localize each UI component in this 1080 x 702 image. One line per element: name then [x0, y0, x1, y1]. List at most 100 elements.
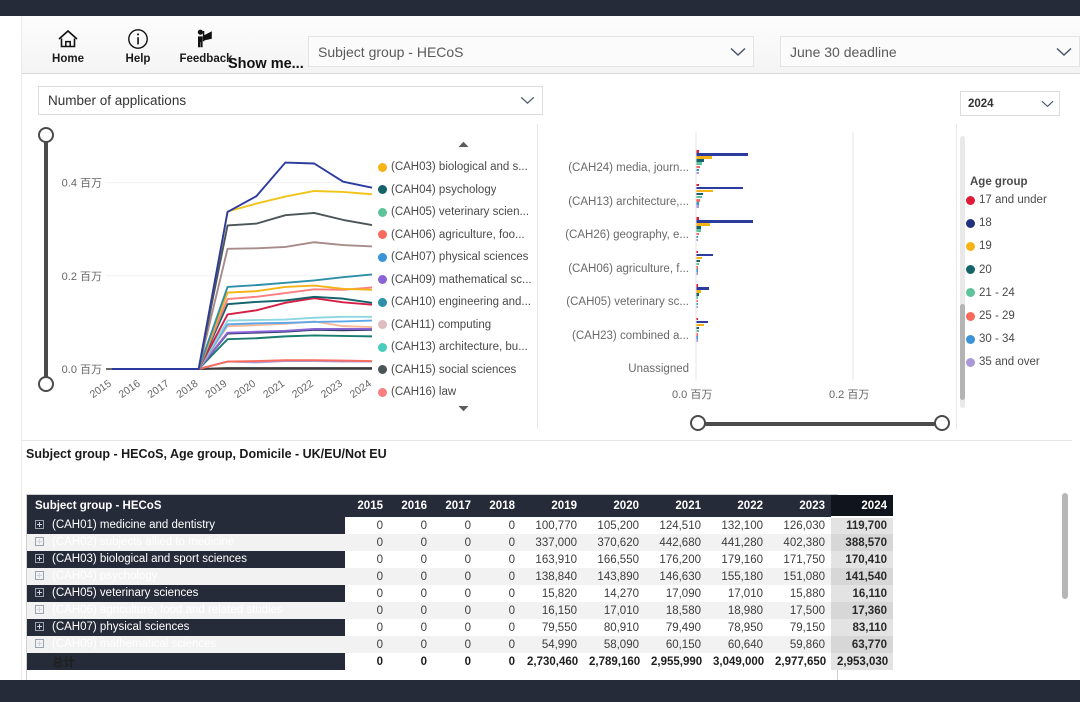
- table-row[interactable]: (CAH04) psychology 0 0 0 0 138,840 143,890 146,…: [27, 568, 893, 585]
- expand-icon[interactable]: [35, 536, 44, 546]
- legend-item[interactable]: (CAH05) veterinary scien...: [378, 201, 536, 224]
- age-legend-item[interactable]: 25 - 29: [966, 310, 1015, 322]
- table-column-header[interactable]: 2021: [645, 495, 707, 517]
- help-button[interactable]: Help: [106, 22, 170, 70]
- home-button[interactable]: Home: [36, 22, 100, 70]
- table-total-cell: 2,955,990: [645, 653, 707, 670]
- table-row-header[interactable]: (CAH07) physical sciences: [27, 619, 345, 636]
- table-column-header[interactable]: 2022: [707, 495, 769, 517]
- legend-scrollbar[interactable]: [960, 136, 965, 408]
- table-row[interactable]: (CAH02) subjects allied to medicine 0 0 0 0 3…: [27, 534, 893, 551]
- home-button-label: Home: [52, 53, 84, 65]
- legend-scroll-up-icon[interactable]: [456, 138, 470, 150]
- subject-group-select[interactable]: Subject group - HECoS: [308, 36, 754, 67]
- legend-item[interactable]: (CAH10) engineering and...: [378, 291, 536, 314]
- year-select[interactable]: 2024: [960, 91, 1060, 116]
- age-legend-item[interactable]: 21 - 24: [966, 287, 1015, 299]
- expand-icon[interactable]: [35, 621, 44, 631]
- legend-color-dot: [966, 218, 975, 228]
- x-axis-tick-label: 2018: [174, 378, 200, 401]
- table-row-header[interactable]: (CAH02) subjects allied to medicine: [27, 534, 345, 551]
- age-legend-item-label: 21 - 24: [979, 286, 1015, 299]
- table-cell: 58,090: [583, 636, 645, 653]
- legend-color-dot: [966, 288, 975, 298]
- table-row-header[interactable]: (CAH05) veterinary sciences: [27, 585, 345, 602]
- legend-item[interactable]: (CAH11) computing: [378, 314, 536, 337]
- table-cell: 0: [433, 534, 477, 551]
- measure-select[interactable]: Number of applications: [38, 86, 543, 115]
- slider-handle-min[interactable]: [38, 376, 54, 392]
- expand-icon[interactable]: [35, 638, 44, 648]
- table-cell: 15,820: [521, 585, 583, 602]
- table-row-header[interactable]: (CAH06) agriculture, food and related st…: [27, 602, 345, 619]
- table-column-header[interactable]: 2017: [433, 495, 477, 517]
- legend-item[interactable]: (CAH04) psychology: [378, 179, 536, 202]
- line-series[interactable]: [112, 334, 373, 370]
- table-column-header[interactable]: 2016: [389, 495, 433, 517]
- table-row-header[interactable]: (CAH01) medicine and dentistry: [27, 517, 345, 534]
- legend-item[interactable]: (CAH03) biological and s...: [378, 156, 536, 179]
- table-row-label: (CAH09) mathematical sciences: [52, 638, 217, 651]
- feedback-icon: [194, 27, 218, 51]
- legend-item[interactable]: (CAH07) physical sciences: [378, 246, 536, 269]
- x-axis-range-slider[interactable]: [690, 415, 950, 433]
- table-row[interactable]: (CAH03) biological and sport sciences 0 0 0…: [27, 551, 893, 568]
- legend-scrollbar-thumb[interactable]: [960, 304, 965, 400]
- slider-track: [44, 135, 48, 385]
- legend-color-dot: [966, 241, 975, 251]
- table-cell: 0: [389, 568, 433, 585]
- expand-icon[interactable]: [35, 604, 44, 614]
- table-column-header[interactable]: 2018: [477, 495, 521, 517]
- table-cell: 54,990: [521, 636, 583, 653]
- age-legend-item[interactable]: 18: [966, 217, 992, 229]
- age-legend-item-label: 20: [979, 263, 992, 276]
- table-column-header[interactable]: 2019: [521, 495, 583, 517]
- slider-handle-min[interactable]: [690, 415, 706, 431]
- table-row-header[interactable]: (CAH03) biological and sport sciences: [27, 551, 345, 568]
- year-select-value: 2024: [968, 97, 994, 110]
- table-cell: 79,490: [645, 619, 707, 636]
- table-row[interactable]: (CAH01) medicine and dentistry 0 0 0 0 100,77…: [27, 517, 893, 534]
- line-series[interactable]: [112, 241, 373, 370]
- expand-icon[interactable]: [35, 553, 44, 563]
- slider-handle-max[interactable]: [934, 415, 950, 431]
- legend-item[interactable]: (CAH16) law: [378, 381, 536, 404]
- legend-item[interactable]: (CAH13) architecture, bu...: [378, 336, 536, 359]
- table-row[interactable]: (CAH07) physical sciences 0 0 0 0 79,550 80,91…: [27, 619, 893, 636]
- deadline-select[interactable]: June 30 deadline: [780, 36, 1080, 67]
- table-column-header[interactable]: 2015: [345, 495, 389, 517]
- table-row[interactable]: (CAH09) mathematical sciences 0 0 0 0 54,990 5…: [27, 636, 893, 653]
- table-cell: 402,380: [769, 534, 831, 551]
- table-row[interactable]: (CAH05) veterinary sciences 0 0 0 0 15,820 14,…: [27, 585, 893, 602]
- legend-item[interactable]: (CAH15) social sciences: [378, 359, 536, 382]
- table-cell: 442,680: [645, 534, 707, 551]
- age-legend-item[interactable]: 17 and under: [966, 194, 1047, 206]
- table-row-label: (CAH03) biological and sport sciences: [52, 553, 247, 566]
- table-column-header[interactable]: 2023: [769, 495, 831, 517]
- table-column-header[interactable]: Subject group - HECoS: [27, 495, 345, 517]
- table-column-header[interactable]: 2020: [583, 495, 645, 517]
- age-legend-item[interactable]: 19: [966, 240, 992, 252]
- age-legend-item[interactable]: 35 and over: [966, 356, 1040, 368]
- table-total-label: 总计: [27, 653, 345, 670]
- table-row-header[interactable]: (CAH04) psychology: [27, 568, 345, 585]
- table-cell: 17,090: [645, 585, 707, 602]
- legend-scroll-down-icon[interactable]: [456, 402, 470, 414]
- table-cell: 143,890: [583, 568, 645, 585]
- table-row[interactable]: (CAH06) agriculture, food and related st…: [27, 602, 893, 619]
- slider-handle-max[interactable]: [38, 127, 54, 143]
- age-legend-item[interactable]: 30 - 34: [966, 333, 1015, 345]
- age-legend-item[interactable]: 20: [966, 264, 992, 276]
- page-vertical-scrollbar[interactable]: [1062, 493, 1068, 599]
- legend-item[interactable]: (CAH06) agriculture, foo...: [378, 224, 536, 247]
- table-column-header[interactable]: 2024: [831, 495, 893, 518]
- legend-color-dot: [378, 320, 387, 330]
- table-row-label: (CAH02) subjects allied to medicine: [52, 536, 235, 549]
- expand-icon[interactable]: [35, 519, 44, 529]
- table-cell: 171,750: [769, 551, 831, 568]
- expand-icon[interactable]: [35, 587, 44, 597]
- expand-icon[interactable]: [35, 570, 44, 580]
- legend-item[interactable]: (CAH09) mathematical sc...: [378, 269, 536, 292]
- y-axis-range-slider[interactable]: [34, 127, 58, 392]
- table-row-header[interactable]: (CAH09) mathematical sciences: [27, 636, 345, 653]
